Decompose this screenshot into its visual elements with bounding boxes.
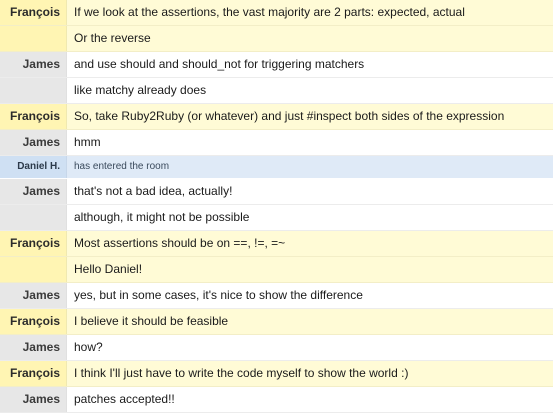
message-text: patches accepted!! — [66, 387, 553, 412]
message-text: how? — [66, 335, 553, 360]
message-text: I think I'll just have to write the code… — [66, 361, 553, 386]
chat-message: James and use should and should_not for … — [0, 52, 553, 78]
message-author: James — [0, 387, 66, 412]
message-author: François — [0, 231, 66, 256]
chat-message: François If we look at the assertions, t… — [0, 0, 553, 26]
chat-message: like matchy already does — [0, 78, 553, 104]
message-author — [0, 78, 66, 103]
message-text: Hello Daniel! — [66, 257, 553, 282]
chat-message: although, it might not be possible — [0, 205, 553, 231]
message-author: James — [0, 52, 66, 77]
message-text: yes, but in some cases, it's nice to sho… — [66, 283, 553, 308]
message-text: like matchy already does — [66, 78, 553, 103]
chat-message: François I think I'll just have to write… — [0, 361, 553, 387]
message-author: François — [0, 104, 66, 129]
message-text: Most assertions should be on ==, !=, =~ — [66, 231, 553, 256]
message-text: So, take Ruby2Ruby (or whatever) and jus… — [66, 104, 553, 129]
chat-message: James patches accepted!! — [0, 387, 553, 413]
message-author: James — [0, 179, 66, 204]
chat-message: James yes, but in some cases, it's nice … — [0, 283, 553, 309]
chat-message: François Most assertions should be on ==… — [0, 231, 553, 257]
chat-message: James hmm — [0, 130, 553, 156]
message-author: James — [0, 283, 66, 308]
chat-message: François So, take Ruby2Ruby (or whatever… — [0, 104, 553, 130]
message-text: that's not a bad idea, actually! — [66, 179, 553, 204]
message-author: François — [0, 361, 66, 386]
chat-message: James that's not a bad idea, actually! — [0, 179, 553, 205]
chat-message: Hello Daniel! — [0, 257, 553, 283]
message-author — [0, 257, 66, 282]
message-author: Daniel H. — [0, 156, 66, 178]
chat-message: Or the reverse — [0, 26, 553, 52]
message-text: hmm — [66, 130, 553, 155]
room-enter-notice: Daniel H. has entered the room — [0, 156, 553, 179]
message-author: François — [0, 0, 66, 25]
message-author: James — [0, 130, 66, 155]
chat-message: François I believe it should be feasible — [0, 309, 553, 335]
chat-message: James how? — [0, 335, 553, 361]
message-author — [0, 26, 66, 51]
message-text: has entered the room — [66, 156, 553, 178]
message-author — [0, 205, 66, 230]
chat-transcript: François If we look at the assertions, t… — [0, 0, 553, 413]
message-text: and use should and should_not for trigge… — [66, 52, 553, 77]
message-author: François — [0, 309, 66, 334]
message-text: Or the reverse — [66, 26, 553, 51]
message-text: If we look at the assertions, the vast m… — [66, 0, 553, 25]
message-text: I believe it should be feasible — [66, 309, 553, 334]
message-author: James — [0, 335, 66, 360]
message-text: although, it might not be possible — [66, 205, 553, 230]
